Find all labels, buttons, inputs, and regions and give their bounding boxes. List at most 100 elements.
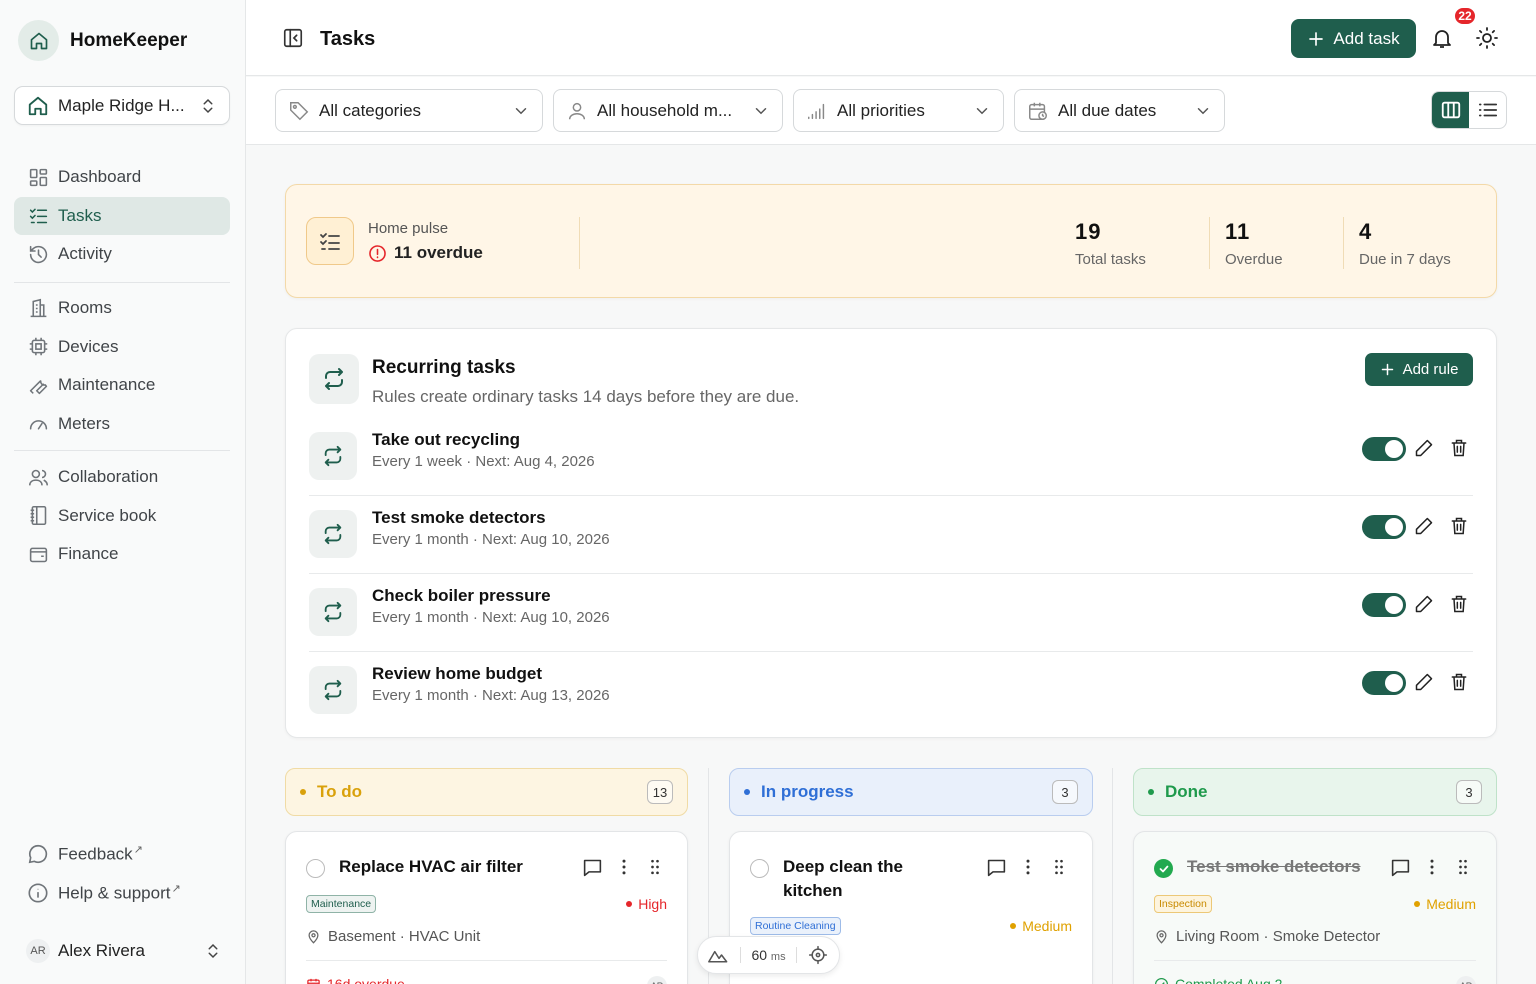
divider (14, 450, 230, 451)
gauge-icon (26, 412, 50, 436)
sidebar-item-dashboard[interactable]: Dashboard (14, 158, 230, 196)
column-title: To do (317, 782, 362, 801)
completion-status: Completed Aug 2 (1154, 976, 1282, 984)
section-subtitle: Rules create ordinary tasks 14 days befo… (372, 387, 800, 406)
rule-enabled-toggle[interactable] (1362, 515, 1406, 539)
map-pin-icon (1154, 929, 1169, 944)
plus-icon (1380, 362, 1395, 377)
trash-icon[interactable] (1449, 516, 1469, 536)
home-icon (18, 20, 59, 61)
nav-home: Rooms Devices Maintenance Meters (14, 289, 230, 443)
performance-widget[interactable]: 60 ms (697, 936, 840, 974)
task-checkbox[interactable] (306, 859, 325, 878)
repeat-icon (309, 588, 357, 636)
brand[interactable]: HomeKeeper (18, 20, 187, 61)
home-pulse-card: Home pulse 11 overdue 19 Total tasks 11 … (285, 184, 1497, 298)
sidebar-item-label: Collaboration (58, 467, 159, 486)
more-vertical-icon[interactable] (614, 857, 634, 877)
list-view-button[interactable] (1469, 92, 1506, 128)
overdue-summary: 11 overdue (368, 243, 483, 263)
drag-handle-icon[interactable] (1453, 857, 1473, 877)
trash-icon[interactable] (1449, 672, 1469, 692)
pencil-icon[interactable] (1414, 438, 1434, 458)
sidebar-item-tasks[interactable]: Tasks (14, 196, 230, 235)
task-card[interactable]: Test smoke detectors Inspection Medium L… (1133, 831, 1497, 984)
priority-dot (1010, 923, 1017, 929)
overdue-text: 11 overdue (394, 243, 483, 262)
repeat-icon (309, 432, 357, 480)
nav-main: Dashboard Tasks Activity (14, 158, 230, 274)
chevron-down-icon (512, 102, 530, 120)
sidebar-item-meters[interactable]: Meters (14, 405, 230, 443)
member-filter[interactable]: All household m... (553, 89, 783, 132)
comment-icon[interactable] (1390, 857, 1411, 878)
app-name: HomeKeeper (70, 29, 188, 51)
board-view-button[interactable] (1432, 92, 1469, 128)
priority-value: Medium (1022, 918, 1072, 934)
task-location: Basement · HVAC Unit (306, 928, 480, 945)
recurring-rule: Review home budget Every 1 month · Next:… (309, 652, 1473, 730)
more-vertical-icon[interactable] (1018, 857, 1038, 877)
comment-icon[interactable] (986, 857, 1007, 878)
rule-enabled-toggle[interactable] (1362, 437, 1406, 461)
add-task-button[interactable]: Add task (1291, 19, 1416, 58)
add-rule-button[interactable]: Add rule (1365, 353, 1473, 386)
alert-circle-icon (368, 244, 387, 263)
rule-name: Take out recycling (372, 430, 521, 449)
wrench-icon (26, 373, 50, 397)
view-toggle (1431, 91, 1507, 129)
priority-filter[interactable]: All priorities (793, 89, 1004, 132)
nav-admin: Collaboration Service book Finance (14, 458, 230, 574)
feedback-label: Feedback (58, 844, 133, 864)
sidebar-item-service-book[interactable]: Service book (14, 497, 230, 535)
household-select[interactable]: Maple Ridge H... (14, 86, 230, 125)
filter-bar: All categories All household m... All pr… (246, 77, 1536, 145)
checklist-icon (306, 217, 354, 265)
rule-enabled-toggle[interactable] (1362, 593, 1406, 617)
sidebar-item-activity[interactable]: Activity (14, 235, 230, 273)
bell-icon[interactable] (1430, 26, 1454, 50)
repeat-icon (309, 354, 359, 404)
rule-enabled-toggle[interactable] (1362, 671, 1406, 695)
chevron-down-icon (1194, 102, 1212, 120)
feedback-link[interactable]: Feedback↗ (14, 835, 230, 873)
task-checkbox-checked[interactable] (1154, 859, 1173, 878)
chevron-updown-icon (204, 942, 222, 960)
more-vertical-icon[interactable] (1422, 857, 1442, 877)
trash-icon[interactable] (1449, 438, 1469, 458)
stat-label: Total tasks (1075, 251, 1146, 268)
sidebar-item-devices[interactable]: Devices (14, 328, 230, 366)
task-card[interactable]: Replace HVAC air filter Maintenance High… (285, 831, 688, 984)
sidebar-item-finance[interactable]: Finance (14, 535, 230, 573)
rule-schedule: Every 1 month · Next: Aug 13, 2026 (372, 687, 610, 704)
drag-handle-icon[interactable] (645, 857, 665, 877)
sidebar-toggle-icon[interactable] (282, 27, 304, 49)
location-text: Basement · HVAC Unit (328, 928, 481, 945)
help-support-link[interactable]: Help & support↗ (14, 874, 230, 912)
comment-icon[interactable] (582, 857, 603, 878)
rule-name: Review home budget (372, 664, 543, 683)
sidebar-item-maintenance[interactable]: Maintenance (14, 366, 230, 404)
drag-handle-icon[interactable] (1049, 857, 1069, 877)
column-header-in-progress: In progress 3 (729, 768, 1093, 816)
pencil-icon[interactable] (1414, 516, 1434, 536)
rule-schedule: Every 1 week · Next: Aug 4, 2026 (372, 453, 595, 470)
pencil-icon[interactable] (1414, 672, 1434, 692)
sun-icon[interactable] (1475, 26, 1499, 50)
signal-bars-icon (806, 100, 828, 122)
category-filter[interactable]: All categories (275, 89, 543, 132)
task-location: Living Room · Smoke Detector (1154, 928, 1380, 945)
sidebar-item-collaboration[interactable]: Collaboration (14, 458, 230, 496)
pencil-icon[interactable] (1414, 594, 1434, 614)
tag-icon (288, 100, 310, 122)
column-header-todo: To do 13 (285, 768, 688, 816)
user-menu[interactable]: AR Alex Rivera (26, 934, 222, 968)
task-checkbox[interactable] (750, 859, 769, 878)
trash-icon[interactable] (1449, 594, 1469, 614)
sidebar-item-rooms[interactable]: Rooms (14, 289, 230, 327)
category-badge: Maintenance (306, 895, 377, 913)
due-date-filter[interactable]: All due dates (1014, 89, 1225, 132)
rule-schedule: Every 1 month · Next: Aug 10, 2026 (372, 609, 610, 626)
priority-dot (1414, 901, 1421, 907)
crosshair-icon[interactable] (797, 945, 839, 965)
